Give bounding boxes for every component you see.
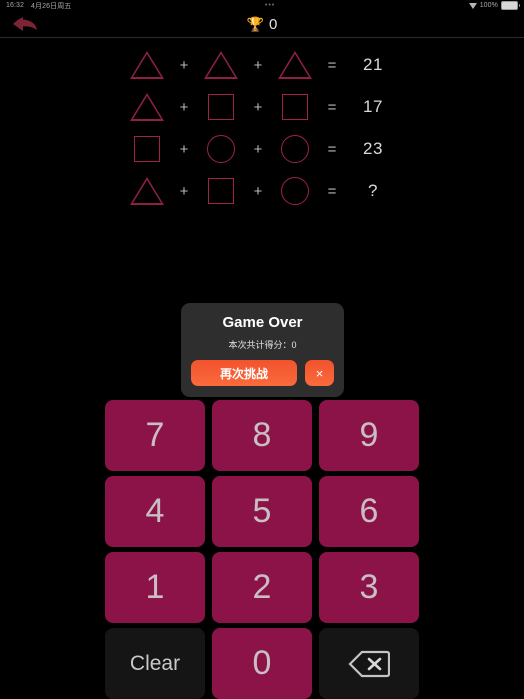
equation-term (124, 177, 170, 205)
key-5[interactable]: 5 (212, 476, 312, 547)
key-6[interactable]: 6 (319, 476, 419, 547)
circle-shape-icon (207, 135, 235, 163)
back-arrow-icon (12, 15, 38, 33)
clear-button[interactable]: Clear (105, 628, 205, 699)
backspace-button[interactable] (319, 628, 419, 699)
dialog-title: Game Over (222, 314, 303, 331)
equation-row: + + = 17 (0, 86, 524, 128)
equation-row: + + = ? (0, 170, 524, 212)
dialog-actions: 再次挑战 × (191, 360, 334, 386)
status-bar: 16:32 4月26日周五 ••• 100% (0, 0, 524, 11)
game-over-dialog: Game Over 本次共计得分：0 再次挑战 × (181, 303, 344, 397)
battery-icon (501, 1, 520, 10)
status-time: 16:32 (6, 2, 25, 9)
square-shape-icon (282, 94, 308, 120)
circle-shape-icon (281, 135, 309, 163)
square-shape-icon (134, 136, 160, 162)
equation-equals-sign: = (327, 56, 337, 74)
numeric-keypad: 7 8 9 4 5 6 1 2 3 Clear 0 (105, 400, 420, 699)
equation-equals-sign: = (327, 182, 337, 200)
equation-list: + + = 21 + + = 17 + + = 23 + + = ? (0, 44, 524, 212)
wifi-icon (468, 2, 477, 9)
equation-term (272, 177, 318, 205)
equation-equals-sign: = (327, 140, 337, 158)
equation-result: 17 (363, 97, 383, 116)
equation-operator: + (179, 182, 189, 200)
square-shape-icon (208, 178, 234, 204)
key-8[interactable]: 8 (212, 400, 312, 471)
back-button[interactable] (8, 13, 42, 35)
equation-term (272, 135, 318, 163)
equation-term (198, 178, 244, 204)
triangle-shape-icon (278, 51, 312, 79)
score-value: 0 (269, 15, 278, 33)
triangle-shape-icon (130, 51, 164, 79)
equation-operator: + (179, 56, 189, 74)
trophy-icon: 🏆 (246, 16, 265, 32)
equation-operator: + (253, 140, 263, 158)
status-bar-right: 100% (468, 1, 520, 10)
equation-term (198, 135, 244, 163)
backspace-icon (348, 649, 390, 679)
key-2[interactable]: 2 (212, 552, 312, 623)
square-shape-icon (208, 94, 234, 120)
battery-percent-label: 100% (479, 2, 498, 9)
equation-operator: + (253, 98, 263, 116)
close-dialog-button[interactable]: × (305, 360, 334, 386)
equation-term (124, 93, 170, 121)
equation-term (124, 136, 170, 162)
equation-operator: + (253, 182, 263, 200)
dialog-score-text: 本次共计得分：0 (228, 340, 297, 350)
equation-row: + + = 21 (0, 44, 524, 86)
status-center-dots: ••• (264, 2, 276, 9)
triangle-shape-icon (130, 93, 164, 121)
equation-result: 21 (363, 55, 383, 74)
key-7[interactable]: 7 (105, 400, 205, 471)
equation-result: 23 (363, 139, 383, 158)
status-date: 4月26日周五 (31, 2, 72, 10)
score-display: 🏆 0 (0, 11, 524, 37)
triangle-shape-icon (130, 177, 164, 205)
status-bar-left: 16:32 4月26日周五 (6, 1, 71, 11)
circle-shape-icon (281, 177, 309, 205)
equation-term (198, 94, 244, 120)
key-4[interactable]: 4 (105, 476, 205, 547)
app-header: 🏆 0 (0, 11, 524, 38)
equation-unknown-result: ? (368, 181, 378, 200)
retry-button[interactable]: 再次挑战 (191, 360, 297, 386)
key-0[interactable]: 0 (212, 628, 312, 699)
equation-operator: + (253, 56, 263, 74)
equation-equals-sign: = (327, 98, 337, 116)
key-9[interactable]: 9 (319, 400, 419, 471)
equation-term (272, 51, 318, 79)
equation-operator: + (179, 98, 189, 116)
key-1[interactable]: 1 (105, 552, 205, 623)
key-3[interactable]: 3 (319, 552, 419, 623)
equation-term (198, 51, 244, 79)
equation-term (124, 51, 170, 79)
equation-row: + + = 23 (0, 128, 524, 170)
equation-term (272, 94, 318, 120)
triangle-shape-icon (204, 51, 238, 79)
equation-operator: + (179, 140, 189, 158)
